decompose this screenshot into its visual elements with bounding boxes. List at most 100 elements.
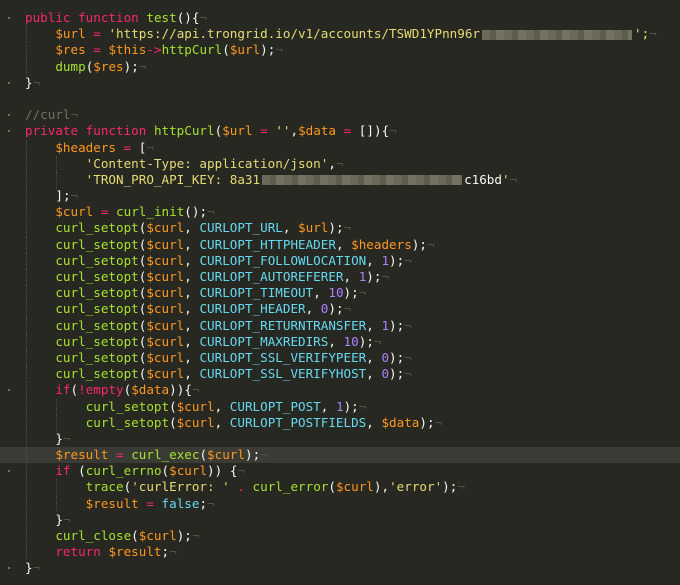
indent-guide — [26, 42, 27, 59]
indent-guide — [26, 382, 27, 399]
code-line[interactable]: //curl¬ — [0, 107, 680, 123]
code-line[interactable]: $headers = [¬ — [0, 139, 680, 156]
code-text: curl_setopt($curl, CURLOPT_RETURNTRANSFE… — [55, 317, 405, 333]
fold-marker-icon[interactable] — [8, 130, 10, 133]
line-end-marker: ¬ — [358, 398, 367, 414]
line-end-marker: ¬ — [457, 479, 465, 495]
code-line[interactable]: curl_setopt($curl, CURLOPT_AUTOREFERER, … — [0, 269, 680, 286]
fold-marker-icon[interactable] — [8, 567, 10, 570]
fold-marker-icon[interactable] — [8, 389, 10, 392]
code-line[interactable]: public function test(){¬ — [0, 10, 680, 26]
code-text: ]; — [55, 188, 71, 204]
code-line[interactable]: $curl = curl_init();¬ — [0, 204, 680, 221]
code-line[interactable]: curl_close($curl);¬ — [0, 528, 680, 545]
indent-guide — [26, 188, 27, 205]
code-text: } — [55, 511, 63, 527]
line-end-marker: ¬ — [169, 544, 177, 560]
indent-guide — [26, 204, 27, 221]
code-line[interactable]: curl_setopt($curl, CURLOPT_MAXREDIRS, 10… — [0, 333, 680, 350]
fold-marker-icon[interactable] — [8, 114, 10, 117]
code-text: 'Content-Type: application/json', — [85, 155, 336, 171]
code-line[interactable]: if (curl_errno($curl)) {¬ — [0, 463, 680, 480]
line-end-marker: ¬ — [426, 236, 435, 252]
line-end-marker: ¬ — [343, 220, 352, 236]
line-end-marker: ¬ — [237, 463, 246, 479]
line-end-marker: ¬ — [199, 10, 208, 25]
code-text: $curl = curl_init(); — [55, 204, 208, 220]
code-text: curl_close($curl); — [55, 528, 192, 543]
code-line[interactable]: curl_setopt($curl, CURLOPT_TIMEOUT, 10);… — [0, 285, 680, 302]
code-line[interactable]: return $result;¬ — [0, 544, 680, 561]
line-end-marker: ¬ — [260, 447, 268, 463]
code-text: curl_setopt($curl, CURLOPT_SSL_VERIFYPEE… — [55, 349, 405, 365]
code-line[interactable]: curl_setopt($curl, CURLOPT_HTTPHEADER, $… — [0, 236, 680, 253]
code-line[interactable]: $url = 'https://api.trongrid.io/v1/accou… — [0, 26, 680, 43]
indent-guide — [26, 511, 27, 528]
code-text: } — [25, 560, 33, 576]
line-end-marker: ¬ — [207, 495, 215, 511]
code-line[interactable]: $res = $this->httpCurl($url);¬ — [0, 42, 680, 59]
code-line[interactable]: 'TRON_PRO_API_KEY: 8a31 c16bd'¬ — [0, 171, 680, 189]
code-line[interactable] — [0, 91, 680, 107]
code-editor[interactable]: public function test(){¬ $url = 'https:/… — [0, 0, 680, 585]
code-line[interactable]: curl_setopt($curl, CURLOPT_POSTFIELDS, $… — [0, 414, 680, 431]
indent-guide — [26, 463, 27, 480]
indent-guide — [26, 139, 27, 156]
indent-guide — [26, 544, 27, 561]
indent-guide — [26, 301, 27, 318]
line-end-marker: ¬ — [191, 382, 200, 398]
line-end-marker: ¬ — [335, 155, 344, 171]
code-line[interactable]: ];¬ — [0, 188, 680, 205]
line-end-marker: ¬ — [434, 414, 443, 430]
line-end-marker: ¬ — [138, 58, 147, 74]
code-line[interactable]: if(!empty($data)){¬ — [0, 382, 680, 399]
code-text: if (curl_errno($curl)) { — [55, 463, 238, 479]
code-line[interactable]: curl_setopt($curl, CURLOPT_URL, $url);¬ — [0, 220, 680, 237]
fold-marker-icon[interactable] — [8, 470, 10, 473]
code-line[interactable]: curl_setopt($curl, CURLOPT_HEADER, 0);¬ — [0, 301, 680, 318]
code-text: dump($res); — [55, 58, 139, 74]
code-line[interactable]: dump($res);¬ — [0, 58, 680, 75]
code-text: curl_setopt($curl, CURLOPT_FOLLOWLOCATIO… — [55, 252, 405, 268]
code-line[interactable]: curl_setopt($curl, CURLOPT_FOLLOWLOCATIO… — [0, 252, 680, 269]
line-end-marker: ¬ — [358, 285, 367, 301]
code-text-tail: c16bd' — [464, 171, 510, 187]
code-line[interactable]: }¬ — [0, 75, 680, 91]
code-text: } — [25, 74, 33, 90]
line-end-marker: ¬ — [649, 26, 657, 42]
line-end-marker: ¬ — [62, 430, 71, 446]
code-line[interactable]: curl_setopt($curl, CURLOPT_SSL_VERIFYPEE… — [0, 349, 680, 367]
line-end-marker: ¬ — [381, 269, 390, 284]
code-text: //curl — [25, 107, 71, 123]
line-end-marker: ¬ — [343, 301, 352, 317]
code-line[interactable]: }¬ — [0, 511, 680, 528]
code-line[interactable]: curl_setopt($curl, CURLOPT_POST, 1);¬ — [0, 398, 680, 415]
code-text: $url = 'https://api.trongrid.io/v1/accou… — [55, 26, 480, 42]
code-line[interactable]: private function httpCurl($url = '',$dat… — [0, 123, 680, 139]
code-text: public function test(){ — [25, 10, 200, 25]
indent-guide — [26, 252, 27, 269]
indent-guide — [26, 349, 27, 367]
line-end-marker: ¬ — [70, 107, 79, 123]
code-line[interactable]: }¬ — [0, 430, 680, 448]
indent-guide — [26, 58, 27, 75]
indent-guide — [56, 495, 58, 512]
line-end-marker: ¬ — [275, 42, 283, 58]
code-line[interactable]: $result = curl_exec($curl);¬ — [0, 447, 680, 464]
code-line[interactable]: trace('curlError: ' . curl_error($curl),… — [0, 479, 680, 496]
code-text: curl_setopt($curl, CURLOPT_HTTPHEADER, $… — [55, 236, 427, 252]
code-line[interactable]: }¬ — [0, 560, 680, 576]
code-text: curl_setopt($curl, CURLOPT_MAXREDIRS, 10… — [55, 333, 374, 349]
line-end-marker: ¬ — [191, 528, 200, 543]
code-text: curl_setopt($curl, CURLOPT_AUTOREFERER, … — [55, 269, 382, 284]
code-text: curl_setopt($curl, CURLOPT_POSTFIELDS, $… — [85, 414, 435, 430]
code-line[interactable]: $result = false;¬ — [0, 495, 680, 512]
line-end-marker: ¬ — [62, 511, 71, 527]
code-line[interactable]: curl_setopt($curl, CURLOPT_SSL_VERIFYHOS… — [0, 366, 680, 383]
code-text-tail: '; — [634, 26, 650, 42]
indent-guide — [26, 317, 27, 334]
code-line[interactable]: curl_setopt($curl, CURLOPT_RETURNTRANSFE… — [0, 317, 680, 334]
fold-marker-icon[interactable] — [8, 17, 10, 19]
code-line[interactable]: 'Content-Type: application/json',¬ — [0, 155, 680, 172]
fold-marker-icon[interactable] — [8, 81, 10, 84]
